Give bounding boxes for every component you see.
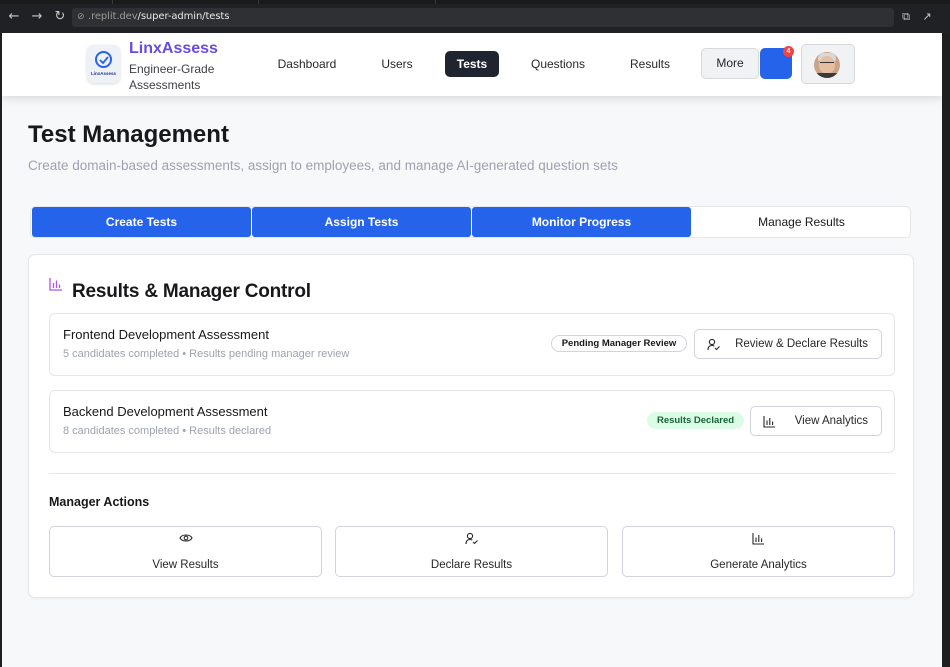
user-check-icon [465,532,478,545]
card-title: Results & Manager Control [72,281,311,302]
test-result-row: Backend Development Assessment 8 candida… [49,390,895,453]
url-text: .replit.dev/super-admin/tests [88,11,229,22]
eye-icon [179,534,193,542]
button-label: Review & Declare Results [735,338,868,350]
nav-dashboard[interactable]: Dashboard [264,51,350,77]
test-meta: 5 candidates completed • Results pending… [63,348,350,360]
logo-check-icon [95,51,112,68]
test-name: Backend Development Assessment [63,404,268,419]
nav-results[interactable]: Results [617,51,683,77]
site-info-icon[interactable]: ⊘ [77,12,86,21]
test-meta: 8 candidates completed • Results declare… [63,425,272,437]
app-header: LinxAssess LinxAssess Engineer-Grade Ass… [2,33,942,96]
cast-icon[interactable]: ⧉ [899,10,913,24]
page-subtitle: Create domain-based assessments, assign … [28,158,618,173]
bar-chart-icon [763,416,775,428]
review-declare-button[interactable]: Review & Declare Results [694,329,882,359]
notification-badge: 4 [783,46,794,57]
tab-divider [112,0,113,4]
more-button[interactable]: More [701,48,759,79]
nav-tests[interactable]: Tests [445,51,499,77]
user-check-icon [707,338,720,351]
browser-toolbar: ← → ↻ ⊘ .replit.dev/super-admin/tests ⧉ … [0,0,950,33]
view-analytics-button[interactable]: View Analytics [750,406,882,436]
action-label: View Results [152,559,219,571]
bar-chart-icon [752,533,764,545]
generate-analytics-button[interactable]: Generate Analytics [622,526,895,577]
reload-icon[interactable]: ↻ [52,9,68,25]
tab-assign-tests[interactable]: Assign Tests [252,207,471,237]
brand-tagline: Engineer-Grade Assessments [129,62,215,92]
page-title: Test Management [28,121,229,148]
avatar [814,52,840,78]
status-badge: Results Declared [647,412,744,429]
back-icon[interactable]: ← [6,9,22,25]
forward-icon[interactable]: → [29,9,45,25]
tab-monitor-progress[interactable]: Monitor Progress [472,207,691,237]
open-external-icon[interactable]: ↗ [920,10,934,24]
status-badge: Pending Manager Review [551,335,687,352]
url-path: /super-admin/tests [137,11,230,22]
workflow-steps: Create Tests Assign Tests Monitor Progre… [30,206,911,238]
bar-chart-icon [49,278,62,291]
logo-wordmark: LinxAssess [90,71,116,76]
address-bar[interactable]: ⊘ .replit.dev/super-admin/tests [72,8,894,27]
divider [49,473,895,474]
app-logo[interactable]: LinxAssess [87,45,120,83]
action-label: Generate Analytics [710,559,807,571]
tab-divider [435,0,436,4]
button-label: View Analytics [794,415,868,427]
profile-button[interactable] [801,44,855,84]
tab-create-tests[interactable]: Create Tests [32,207,251,237]
brand-name[interactable]: LinxAssess [129,40,218,58]
tab-manage-results[interactable]: Manage Results [692,207,911,237]
test-name: Frontend Development Assessment [63,327,269,342]
results-card: Results & Manager Control Frontend Devel… [28,254,914,598]
manager-actions-heading: Manager Actions [49,495,150,509]
declare-results-button[interactable]: Declare Results [335,526,608,577]
url-domain: .replit.dev [88,11,138,22]
page-viewport: LinxAssess LinxAssess Engineer-Grade Ass… [2,33,942,667]
tab-divider [258,0,259,4]
nav-questions[interactable]: Questions [519,51,597,77]
view-results-button[interactable]: View Results [49,526,322,577]
nav-users[interactable]: Users [369,51,425,77]
test-result-row: Frontend Development Assessment 5 candid… [49,313,895,376]
action-label: Declare Results [430,559,513,571]
browser-tab-strip [0,0,950,4]
bell-icon [770,57,782,70]
